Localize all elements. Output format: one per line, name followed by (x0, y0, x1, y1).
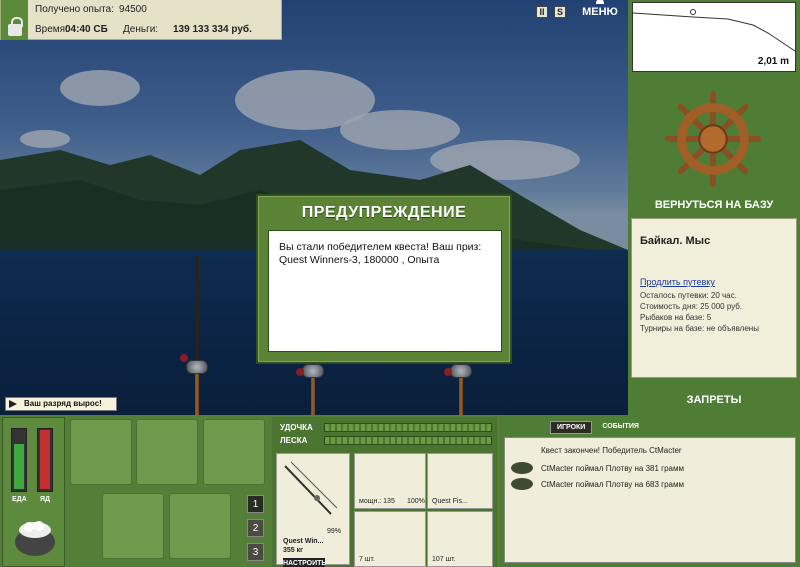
fish-icon (511, 478, 533, 490)
rod-tension-bar (324, 423, 492, 432)
location-name: Байкал. Мыс (640, 235, 711, 247)
inventory (66, 415, 271, 567)
rod-icon (284, 461, 338, 515)
reel-condition: 100% (407, 498, 425, 505)
return-to-base-button[interactable]: ВЕРНУТЬСЯ НА БАЗУ (632, 196, 796, 214)
rod-condition: 99% (327, 528, 342, 535)
depth-profile: 2,01 m (632, 2, 796, 72)
map-slot[interactable] (203, 419, 265, 485)
food-meter (11, 428, 27, 492)
lock-icon (7, 17, 23, 36)
groundbait-basket-slot[interactable] (102, 493, 164, 559)
game-window: Получено опыта: 94500 Время: 04:40 СБ Де… (0, 0, 800, 567)
setup-button[interactable]: НАСТРОИТЬ (283, 558, 326, 567)
line-bar-label: ЛЕСКА (280, 436, 308, 445)
chat-message: CtMacter поймал Плотву на 683 грамм (541, 480, 684, 489)
line-name: Quest Fis... (432, 498, 468, 505)
money-label: Деньги: (123, 24, 159, 35)
bait-count: 107 шт. (432, 556, 456, 563)
depth-value: 2,01 m (757, 56, 789, 67)
tackle-box-slot[interactable] (70, 419, 132, 485)
money-value: 139 133 334 руб. (173, 24, 252, 35)
experience-value: 94500 (119, 4, 147, 15)
reel-power: мощн.: 135 (359, 498, 395, 505)
ship-wheel-icon[interactable] (664, 90, 762, 188)
tournaments-status: Турниры на базе: не объявлены (640, 324, 759, 333)
inventory-page-1[interactable]: 1 (247, 495, 264, 513)
hooks-count: 7 шт. (359, 556, 375, 563)
rod-weight: 355 кг (283, 547, 304, 554)
time-label: Время: (35, 24, 68, 35)
fish-icon (511, 462, 533, 474)
menu-button[interactable]: МЕНЮ (578, 0, 622, 21)
dialog-title: ПРЕДУПРЕЖДЕНИЕ (301, 204, 467, 221)
chat-panel: ИГРОКИ СОБЫТИЯ Квест закончен! Победител… (500, 415, 800, 567)
tab-players[interactable]: ИГРОКИ (550, 421, 593, 434)
bait-card[interactable]: 107 шт. (427, 511, 493, 567)
line-tension-bar (324, 436, 492, 445)
rod-card[interactable]: 99% Quest Win... 355 кг НАСТРОИТЬ (276, 453, 350, 567)
food-label: ЕДА (12, 496, 27, 503)
warning-dialog: ПРЕДУПРЕЖДЕНИЕ Вы стали победителем квес… (256, 194, 512, 364)
float-marker (690, 9, 696, 15)
reel-card[interactable]: мощн.: 135 100% (354, 453, 426, 509)
inventory-page-2[interactable]: 2 (247, 519, 264, 537)
inventory-page-3[interactable]: 3 (247, 543, 264, 561)
location-info: Байкал. Мыс Продлить путевку Осталось пу… (631, 218, 797, 378)
dialog-message: Вы стали победителем квеста! Ваш приз: Q… (268, 230, 502, 352)
tackle-panel: УДОЧКА ЛЕСКА 99% Quest Win... 355 кг НАС… (272, 417, 497, 567)
rod-name: Quest Win... (283, 538, 324, 545)
extend-trip-link[interactable]: Продлить путевку (640, 277, 715, 287)
sound-button[interactable]: S (554, 6, 566, 18)
rod-bar-label: УДОЧКА (280, 423, 313, 432)
lock-button[interactable] (1, 0, 28, 40)
level-up-notice[interactable]: Ваш разряд вырос! (5, 397, 117, 411)
bucket-slot[interactable] (169, 493, 231, 559)
bans-button[interactable]: ЗАПРЕТЫ (632, 391, 796, 409)
status-meters: ЕДА ЯД (2, 417, 65, 567)
hooks-card[interactable]: 7 шт. (354, 511, 426, 567)
time-value: 04:40 СБ (65, 24, 108, 35)
bait-bag-slot[interactable] (136, 419, 198, 485)
trip-remaining: Осталось путевки: 20 час. (640, 291, 737, 300)
scene-controls: II S (536, 3, 566, 21)
player-info-panel: Получено опыта: 94500 Время: 04:40 СБ Де… (0, 0, 282, 40)
experience-label: Получено опыта: (35, 4, 114, 15)
right-panel: 2,01 m ВЕРНУТЬСЯ НА БАЗУ Байкал. Мыс Про… (628, 0, 800, 415)
pause-icon[interactable]: II (536, 6, 548, 18)
tab-events[interactable]: СОБЫТИЯ (596, 421, 645, 434)
day-cost: Стоимость дня: 25 000 руб. (640, 302, 743, 311)
chat-log: Квест закончен! Победитель CtMacter CtMa… (504, 437, 796, 563)
line-card[interactable]: Quest Fis... (427, 453, 493, 509)
poison-meter (37, 428, 53, 492)
cauldron-icon[interactable] (10, 514, 60, 558)
chat-message: CtMacter поймал Плотву на 381 грамм (541, 464, 684, 473)
fishers-count: Рыбаков на базе: 5 (640, 313, 712, 322)
poison-label: ЯД (40, 496, 51, 503)
bottom-panel: ЕДА ЯД 1 2 3 УДОЧКА ЛЕСКА 99% Quest Win.… (0, 415, 800, 567)
chat-message: Квест закончен! Победитель CtMacter (541, 446, 682, 455)
